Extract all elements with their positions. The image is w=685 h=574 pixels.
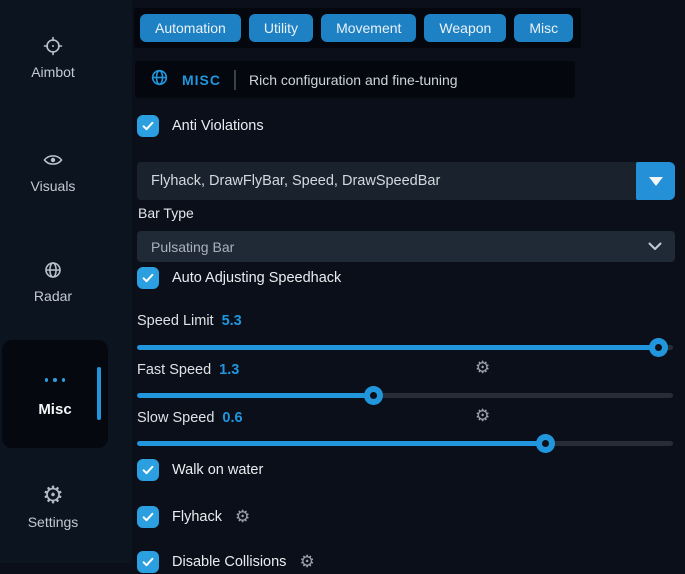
section-subtitle: Rich configuration and fine-tuning bbox=[249, 72, 458, 88]
auto-adjusting-label: Auto Adjusting Speedhack bbox=[172, 270, 341, 286]
slow-speed-label-row: Slow Speed 0.6 ⚙ bbox=[137, 409, 675, 426]
anti-violations-checkbox[interactable] bbox=[137, 115, 159, 137]
disable-collisions-label: Disable Collisions bbox=[172, 554, 286, 570]
sidebar-item-label: Radar bbox=[34, 288, 72, 304]
sidebar-item-settings[interactable]: ⚙ Settings bbox=[0, 486, 106, 530]
slider-track[interactable] bbox=[137, 441, 673, 446]
flyhack-label: Flyhack bbox=[172, 509, 222, 525]
fast-speed-label: Fast Speed bbox=[137, 362, 211, 378]
slider-thumb[interactable] bbox=[364, 386, 383, 405]
sidebar-item-label: Settings bbox=[28, 514, 79, 530]
main-panel: Automation Utility Movement Weapon Misc … bbox=[137, 0, 675, 563]
fast-speed-label-row: Fast Speed 1.3 ⚙ bbox=[137, 361, 675, 378]
gear-icon: ⚙ bbox=[43, 486, 63, 506]
bar-type-label: Bar Type bbox=[138, 205, 194, 221]
flyhack-checkbox[interactable] bbox=[137, 506, 159, 528]
globe-icon bbox=[43, 260, 63, 280]
multiselect-dropdown-button[interactable] bbox=[636, 162, 675, 200]
sidebar-item-label: Visuals bbox=[31, 178, 76, 194]
check-icon bbox=[141, 555, 155, 569]
sidebar-item-misc[interactable]: Misc bbox=[2, 340, 108, 448]
category-tab-bar: Automation Utility Movement Weapon Misc bbox=[134, 8, 581, 48]
walk-on-water-checkbox[interactable] bbox=[137, 459, 159, 481]
speed-limit-value: 5.3 bbox=[222, 313, 242, 329]
slider-fill bbox=[137, 393, 373, 398]
globe-icon bbox=[150, 68, 169, 92]
check-icon bbox=[141, 271, 155, 285]
eye-icon bbox=[43, 150, 63, 170]
sidebar: Aimbot Visuals Radar Misc ⚙ Settings bbox=[0, 0, 132, 563]
gear-icon[interactable]: ⚙ bbox=[475, 409, 490, 423]
ellipsis-icon bbox=[45, 370, 65, 390]
gear-icon[interactable]: ⚙ bbox=[299, 555, 314, 569]
crosshair-icon bbox=[43, 36, 63, 56]
slow-speed-value: 0.6 bbox=[222, 410, 242, 426]
check-icon bbox=[141, 463, 155, 477]
gear-icon[interactable]: ⚙ bbox=[235, 510, 250, 524]
tab-utility[interactable]: Utility bbox=[249, 14, 313, 42]
bar-type-value: Pulsating Bar bbox=[151, 239, 234, 255]
flyhack-row: Flyhack ⚙ bbox=[137, 505, 250, 529]
tab-movement[interactable]: Movement bbox=[321, 14, 416, 42]
gear-icon[interactable]: ⚙ bbox=[475, 361, 490, 375]
bar-type-select[interactable]: Pulsating Bar bbox=[137, 231, 675, 262]
tab-misc[interactable]: Misc bbox=[514, 14, 573, 42]
bar-multiselect[interactable]: Flyhack, DrawFlyBar, Speed, DrawSpeedBar bbox=[137, 162, 675, 200]
selected-indicator-bar bbox=[97, 367, 101, 420]
speed-limit-label: Speed Limit bbox=[137, 313, 214, 329]
sidebar-item-visuals[interactable]: Visuals bbox=[0, 150, 106, 194]
auto-adjusting-row: Auto Adjusting Speedhack bbox=[137, 266, 341, 290]
slider-track[interactable] bbox=[137, 345, 673, 350]
check-icon bbox=[141, 119, 155, 133]
chevron-down-icon bbox=[648, 242, 662, 251]
fast-speed-value: 1.3 bbox=[219, 362, 239, 378]
sidebar-item-radar[interactable]: Radar bbox=[0, 260, 106, 304]
walk-on-water-label: Walk on water bbox=[172, 462, 263, 478]
tab-weapon[interactable]: Weapon bbox=[424, 14, 506, 42]
bar-multiselect-value: Flyhack, DrawFlyBar, Speed, DrawSpeedBar bbox=[137, 173, 636, 189]
slider-track[interactable] bbox=[137, 393, 673, 398]
fast-speed-slider[interactable] bbox=[137, 386, 675, 405]
slider-fill bbox=[137, 345, 657, 350]
slow-speed-label: Slow Speed bbox=[137, 410, 214, 426]
divider bbox=[234, 70, 236, 90]
triangle-down-icon bbox=[649, 177, 663, 186]
speed-limit-slider[interactable] bbox=[137, 338, 675, 357]
slider-thumb[interactable] bbox=[536, 434, 555, 453]
anti-violations-row: Anti Violations bbox=[137, 114, 264, 138]
sidebar-item-label: Aimbot bbox=[31, 64, 75, 80]
slow-speed-slider[interactable] bbox=[137, 434, 675, 453]
sidebar-item-label: Misc bbox=[38, 401, 71, 418]
section-title: MISC bbox=[182, 72, 221, 88]
disable-collisions-row: Disable Collisions ⚙ bbox=[137, 550, 315, 574]
anti-violations-label: Anti Violations bbox=[172, 118, 264, 134]
tab-automation[interactable]: Automation bbox=[140, 14, 241, 42]
speed-limit-label-row: Speed Limit 5.3 bbox=[137, 312, 675, 329]
check-icon bbox=[141, 510, 155, 524]
disable-collisions-checkbox[interactable] bbox=[137, 551, 159, 573]
slider-thumb[interactable] bbox=[649, 338, 668, 357]
slider-fill bbox=[137, 441, 544, 446]
section-header: MISC Rich configuration and fine-tuning bbox=[135, 61, 575, 98]
sidebar-item-aimbot[interactable]: Aimbot bbox=[0, 36, 106, 80]
walk-on-water-row: Walk on water bbox=[137, 458, 263, 482]
auto-adjusting-checkbox[interactable] bbox=[137, 267, 159, 289]
